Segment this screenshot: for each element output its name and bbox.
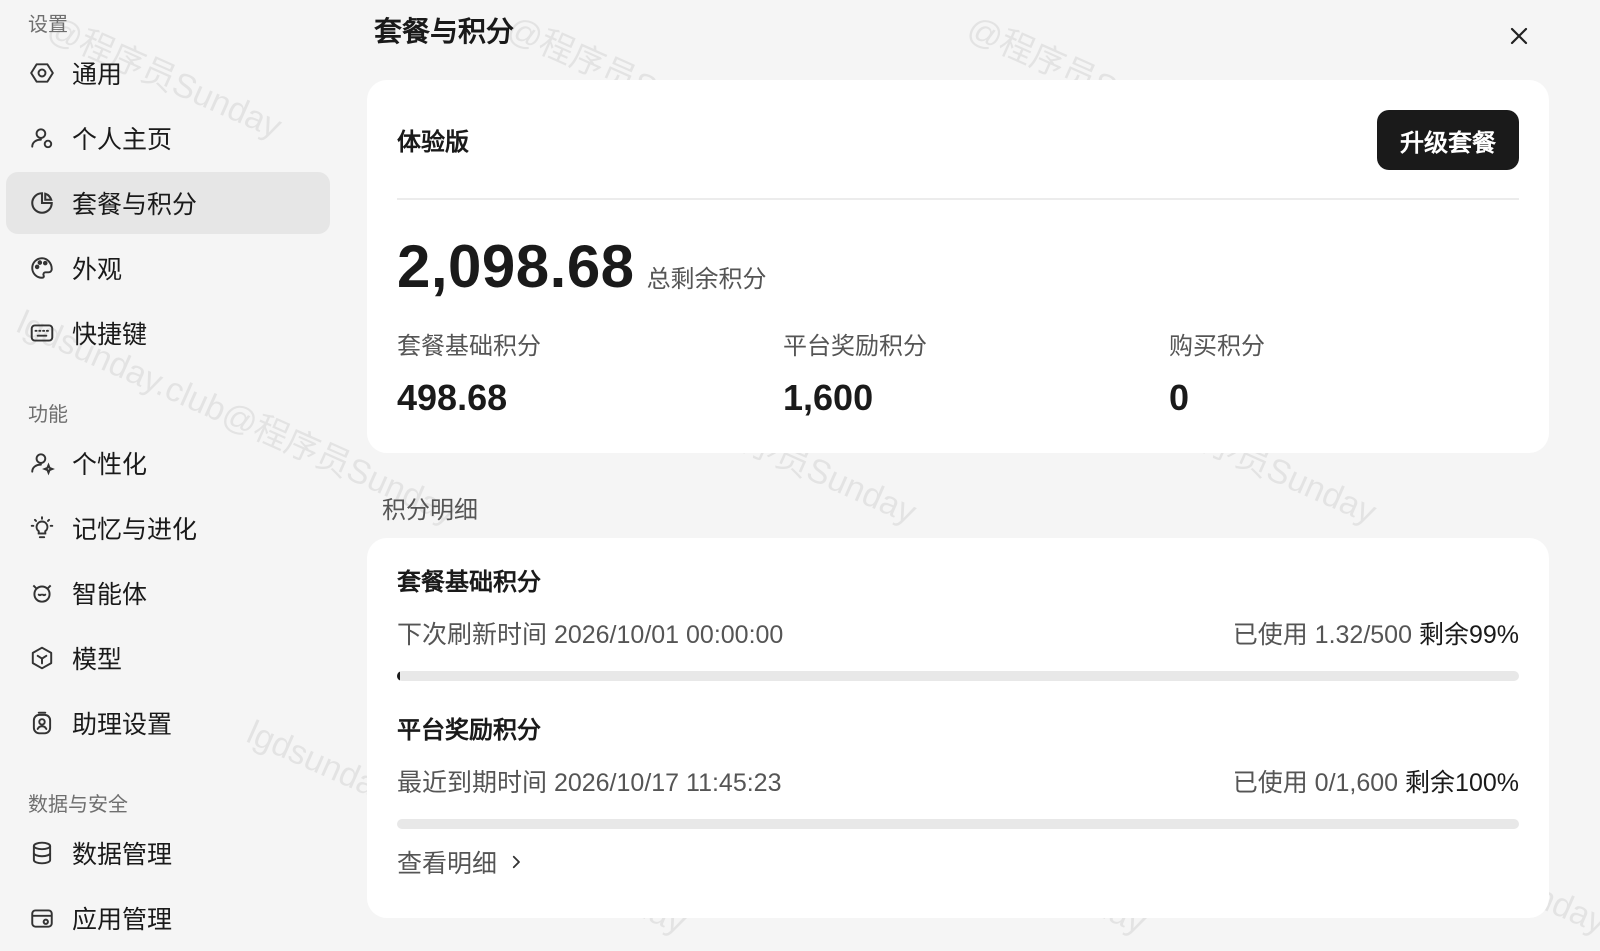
agent-icon (28, 579, 56, 607)
progress-bar (397, 819, 1519, 829)
detail-title: 平台奖励积分 (397, 717, 541, 744)
user-sparkle-icon (28, 449, 56, 477)
sidebar-item-label: 智能体 (72, 581, 148, 609)
lightbulb-icon (28, 514, 56, 542)
sidebar-item-label: 快捷键 (72, 321, 148, 349)
upgrade-plan-button[interactable]: 升级套餐 (1377, 110, 1519, 170)
credit-details-card: 套餐基础积分 下次刷新时间 2026/10/01 00:00:00 已使用 1.… (367, 538, 1549, 918)
pie-chart-icon (28, 189, 56, 217)
page-title: 套餐与积分 (374, 16, 515, 47)
gear-icon (28, 59, 56, 87)
sidebar-item-label: 模型 (72, 646, 123, 674)
sidebar-item-shortcuts[interactable]: 快捷键 (6, 302, 330, 364)
view-details-link[interactable]: 查看明细 (397, 844, 525, 880)
detail-refresh-time: 下次刷新时间 2026/10/01 00:00:00 (397, 621, 784, 649)
sidebar-item-agents[interactable]: 智能体 (6, 562, 330, 624)
app-window: @程序员Sunday @程序员Sunday @程序员Sunday lgdsund… (0, 0, 1600, 951)
sidebar-item-personalization[interactable]: 个性化 (6, 432, 330, 494)
total-credits: 2,098.68 总剩余积分 (397, 232, 767, 301)
sidebar-item-label: 通用 (72, 61, 123, 89)
chevron-right-icon (512, 855, 520, 869)
detail-title: 套餐基础积分 (397, 569, 541, 596)
sidebar-item-app-management[interactable]: 应用管理 (6, 887, 330, 949)
sidebar-item-memory[interactable]: 记忆与进化 (6, 497, 330, 559)
app-icon (28, 904, 56, 932)
detail-base-credits: 套餐基础积分 下次刷新时间 2026/10/01 00:00:00 已使用 1.… (397, 562, 1519, 681)
sidebar-item-plan-credits[interactable]: 套餐与积分 (6, 172, 330, 234)
detail-platform-reward: 平台奖励积分 最近到期时间 2026/10/17 11:45:23 已使用 0/… (397, 710, 1519, 829)
close-icon (1510, 27, 1528, 45)
sidebar-item-label: 助理设置 (72, 711, 173, 739)
detail-used: 已使用 1.32/500 (1232, 621, 1412, 649)
sidebar-item-assistant-settings[interactable]: 助理设置 (6, 692, 330, 754)
database-icon (28, 839, 56, 867)
progress-bar (397, 671, 1519, 681)
sidebar-item-label: 数据管理 (72, 841, 173, 869)
breakdown-purchased: 购买积分 0 (1169, 326, 1265, 419)
breakdown-platform-reward: 平台奖励积分 1,600 (783, 326, 927, 419)
sidebar-item-label: 外观 (72, 256, 123, 284)
detail-usage: 已使用 1.32/500 剩余99% (1233, 615, 1519, 651)
detail-remaining: 剩余99% (1418, 621, 1519, 649)
close-button[interactable] (1497, 14, 1541, 58)
sidebar-item-general[interactable]: 通用 (6, 42, 330, 104)
breakdown-base-credits: 套餐基础积分 498.68 (397, 326, 541, 419)
settings-sidebar: 设置 通用 个人主页 套餐与积分 外观 快捷键 功能 个性化 记忆与进化 智能体… (0, 0, 340, 951)
sidebar-item-label: 个性化 (72, 451, 148, 479)
section-label-settings: 设置 (28, 14, 68, 36)
breakdown-value: 0 (1169, 377, 1190, 418)
detail-usage: 已使用 0/1,600 剩余100% (1233, 763, 1519, 799)
breakdown-label: 套餐基础积分 (397, 333, 541, 360)
total-credits-value: 2,098.68 (397, 233, 635, 300)
palette-icon (28, 254, 56, 282)
keyboard-icon (28, 319, 56, 347)
total-credits-label: 总剩余积分 (646, 266, 767, 293)
sidebar-item-profile[interactable]: 个人主页 (6, 107, 330, 169)
divider (397, 198, 1519, 200)
credit-details-heading: 积分明细 (382, 497, 478, 524)
assistant-icon (28, 709, 56, 737)
detail-remaining: 剩余100% (1405, 769, 1519, 797)
sidebar-item-label: 记忆与进化 (72, 516, 198, 544)
cube-icon (28, 644, 56, 672)
sidebar-item-data-management[interactable]: 数据管理 (6, 822, 330, 884)
plan-summary-card: 体验版 升级套餐 2,098.68 总剩余积分 套餐基础积分 498.68 平台… (367, 80, 1549, 453)
plan-name: 体验版 (397, 129, 469, 156)
section-label-data-security: 数据与安全 (28, 794, 128, 816)
sidebar-item-models[interactable]: 模型 (6, 627, 330, 689)
breakdown-value: 498.68 (397, 377, 508, 418)
breakdown-label: 购买积分 (1169, 333, 1265, 360)
sidebar-item-label: 套餐与积分 (72, 191, 198, 219)
breakdown-label: 平台奖励积分 (783, 333, 927, 360)
user-icon (28, 124, 56, 152)
sidebar-item-label: 个人主页 (72, 126, 173, 154)
detail-expiry-time: 最近到期时间 2026/10/17 11:45:23 (397, 769, 782, 797)
progress-fill (397, 671, 400, 681)
detail-used: 已使用 0/1,600 (1232, 769, 1399, 797)
sidebar-item-label: 应用管理 (72, 906, 173, 934)
sidebar-item-appearance[interactable]: 外观 (6, 237, 330, 299)
breakdown-value: 1,600 (783, 377, 874, 418)
view-details-label: 查看明细 (397, 850, 498, 878)
section-label-features: 功能 (28, 404, 68, 426)
